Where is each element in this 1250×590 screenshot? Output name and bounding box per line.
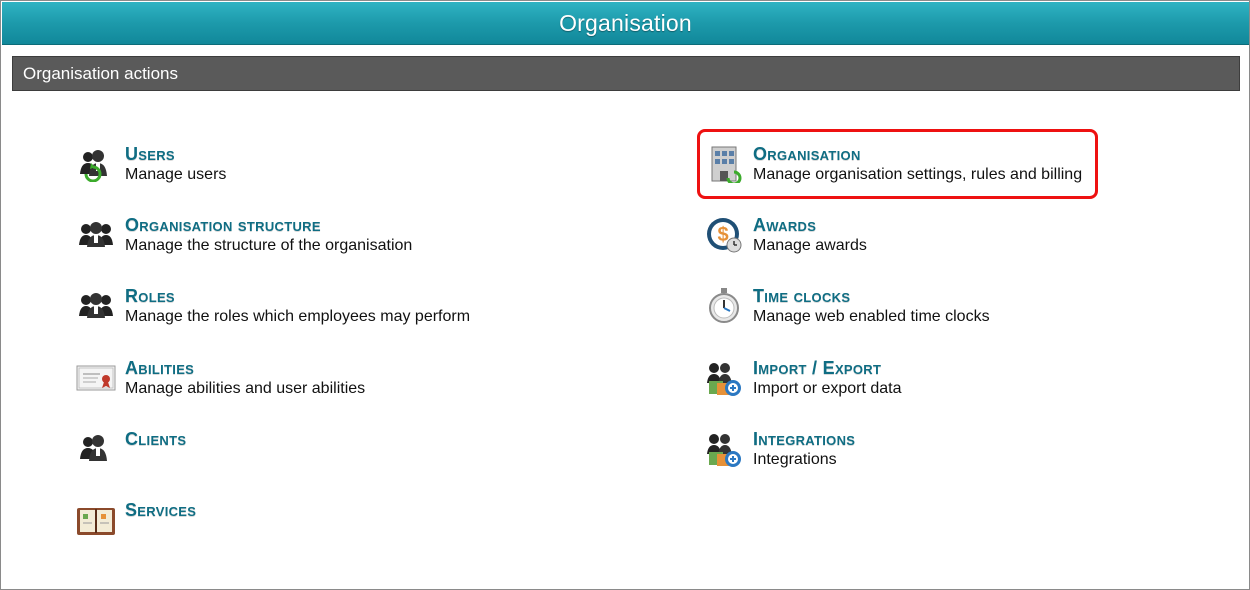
abilities-link[interactable]: Abilities [125, 357, 365, 379]
menu-item-users[interactable]: Users Manage users [76, 139, 226, 201]
organisation-structure-link[interactable]: Organisation structure [125, 214, 412, 236]
menu-item-abilities[interactable]: Abilities Manage abilities and user abil… [76, 353, 365, 415]
users-icon [76, 144, 116, 184]
org-structure-icon [76, 215, 116, 255]
organisation-link[interactable]: Organisation [753, 143, 1082, 165]
stopwatch-icon [704, 286, 744, 326]
menu-item-clients[interactable]: Clients [76, 424, 186, 486]
certificate-icon [76, 358, 116, 398]
clients-link[interactable]: Clients [125, 428, 186, 450]
organisation-page: Organisation Organisation actions Users … [0, 0, 1250, 590]
building-icon [704, 144, 744, 184]
users-description: Manage users [125, 166, 227, 183]
services-book-icon [76, 500, 116, 540]
menu-item-organisation-structure[interactable]: Organisation structure Manage the struct… [76, 210, 412, 272]
menu-item-organisation[interactable]: Organisation Manage organisation setting… [704, 139, 1082, 201]
users-link[interactable]: Users [125, 143, 226, 165]
time-clocks-description: Manage web enabled time clocks [753, 308, 990, 325]
menu-item-import-export[interactable]: Import / Export Import or export data [704, 353, 902, 415]
import-export-link[interactable]: Import / Export [753, 357, 902, 379]
section-header: Organisation actions [12, 56, 1240, 91]
menu-item-integrations[interactable]: Integrations Integrations [704, 424, 855, 486]
awards-dollar-icon: $ [704, 215, 744, 255]
roles-link[interactable]: Roles [125, 285, 470, 307]
section-title: Organisation actions [23, 63, 178, 83]
import-export-icon [704, 358, 744, 398]
time-clocks-link[interactable]: Time clocks [753, 285, 990, 307]
awards-description: Manage awards [753, 237, 867, 254]
roles-description: Manage the roles which employees may per… [125, 308, 471, 325]
menu-item-awards[interactable]: $ Awards Manage awards [704, 210, 867, 272]
abilities-description: Manage abilities and user abilities [125, 380, 366, 397]
menu-item-services[interactable]: Services [76, 495, 196, 557]
organisation-description: Manage organisation settings, rules and … [753, 166, 1083, 183]
import-export-description: Import or export data [753, 380, 902, 397]
window-titlebar: Organisation [2, 2, 1249, 45]
services-link[interactable]: Services [125, 499, 196, 521]
awards-link[interactable]: Awards [753, 214, 867, 236]
menu-item-time-clocks[interactable]: Time clocks Manage web enabled time cloc… [704, 281, 990, 343]
window-title: Organisation [559, 9, 692, 36]
roles-icon [76, 286, 116, 326]
integrations-icon [704, 429, 744, 469]
menu-item-roles[interactable]: Roles Manage the roles which employees m… [76, 281, 470, 343]
integrations-description: Integrations [753, 451, 837, 468]
integrations-link[interactable]: Integrations [753, 428, 855, 450]
clients-icon [76, 429, 116, 469]
organisation-structure-description: Manage the structure of the organisation [125, 237, 413, 254]
